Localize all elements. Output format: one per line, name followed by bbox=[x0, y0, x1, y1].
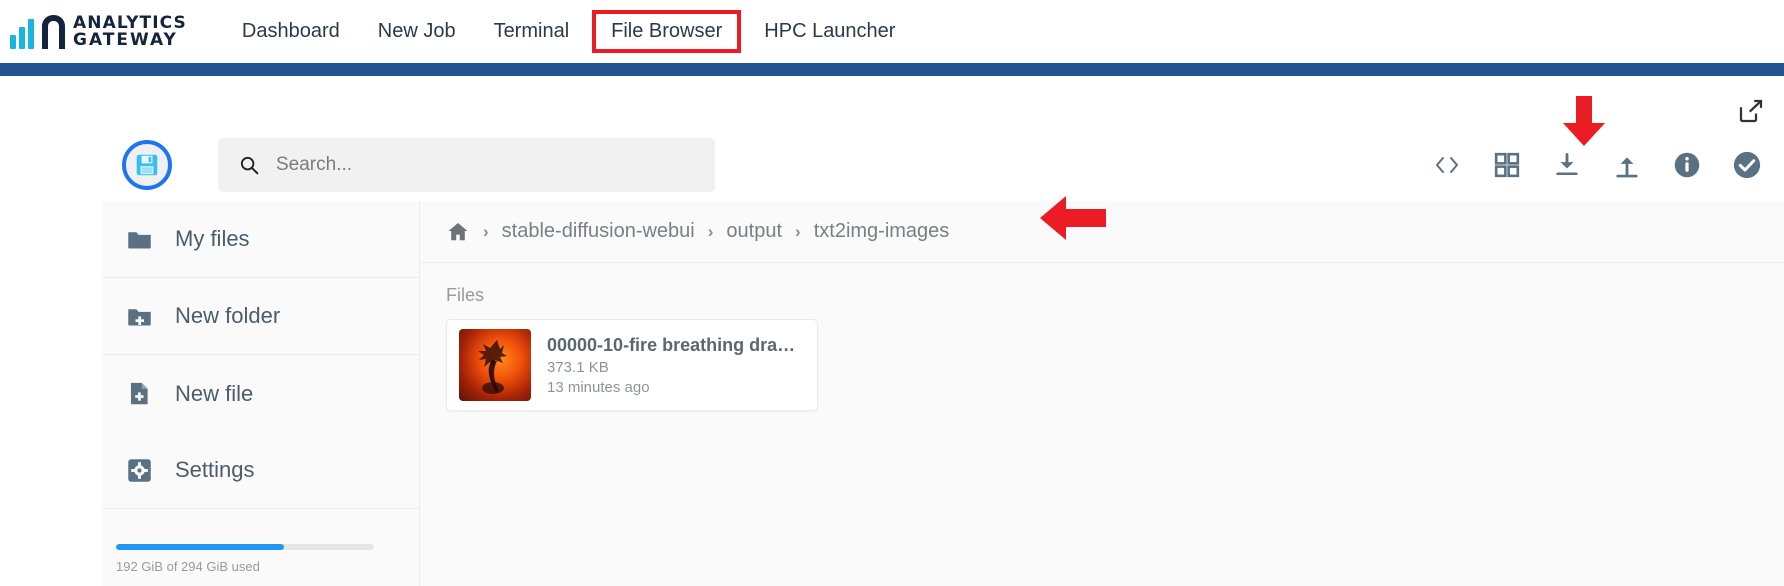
info-icon[interactable] bbox=[1672, 150, 1702, 180]
logo-bars-icon bbox=[10, 15, 34, 49]
nav-accent-strip bbox=[0, 63, 1784, 76]
code-brackets-icon[interactable] bbox=[1432, 150, 1462, 180]
breadcrumb-item-output[interactable]: output bbox=[726, 220, 782, 243]
breadcrumb-separator: › bbox=[795, 221, 801, 241]
sidebar-item-label: My files bbox=[175, 226, 250, 251]
dragon-silhouette bbox=[478, 340, 507, 395]
files-section-label: Files bbox=[446, 285, 485, 305]
search-bar[interactable] bbox=[218, 138, 715, 192]
file-browser-panel: My files New folder New file bbox=[0, 76, 1784, 586]
file-browser-sidebar: My files New folder New file Settings 19… bbox=[102, 201, 420, 586]
nav-item-file-browser[interactable]: File Browser bbox=[592, 10, 742, 53]
file-details: 00000-10-fire breathing dragon… 373.1 KB… bbox=[547, 335, 805, 396]
external-link-icon[interactable] bbox=[1736, 96, 1766, 126]
sidebar-item-new-file[interactable]: New file bbox=[102, 355, 419, 432]
breadcrumb-separator: › bbox=[483, 221, 489, 241]
file-browser-toolbar bbox=[0, 129, 1784, 201]
breadcrumb-item-txt2img-images[interactable]: txt2img-images bbox=[814, 220, 950, 243]
file-thumbnail bbox=[459, 329, 531, 401]
home-icon[interactable] bbox=[446, 220, 470, 244]
search-input[interactable] bbox=[276, 154, 695, 176]
grid-view-icon[interactable] bbox=[1492, 150, 1522, 180]
storage-usage-label: 192 GiB of 294 GiB used bbox=[116, 559, 260, 574]
nav-item-hpc-launcher[interactable]: HPC Launcher bbox=[745, 12, 914, 51]
nav-item-dashboard[interactable]: Dashboard bbox=[223, 12, 359, 51]
annotation-arrow-down bbox=[1563, 96, 1605, 146]
file-name: 00000-10-fire breathing dragon… bbox=[547, 334, 805, 355]
brand-logo[interactable]: ANALYTICS GATEWAY bbox=[10, 12, 187, 50]
floppy-disk-icon[interactable] bbox=[122, 140, 172, 190]
search-icon bbox=[240, 156, 259, 175]
nav-links: Dashboard New Job Terminal File Browser … bbox=[223, 10, 915, 53]
breadcrumb-item-stable-diffusion-webui[interactable]: stable-diffusion-webui bbox=[502, 220, 695, 243]
download-icon[interactable] bbox=[1552, 150, 1582, 180]
breadcrumb-separator: › bbox=[707, 221, 714, 241]
sidebar-item-label: New folder bbox=[175, 303, 281, 328]
file-plus-icon bbox=[130, 382, 148, 405]
nav-item-terminal[interactable]: Terminal bbox=[475, 12, 589, 51]
top-navigation-bar: ANALYTICS GATEWAY Dashboard New Job Term… bbox=[0, 0, 1784, 63]
storage-progress-bar bbox=[116, 544, 374, 550]
check-circle-icon[interactable] bbox=[1732, 150, 1762, 180]
annotation-arrow-left bbox=[1040, 196, 1106, 240]
file-browser-main: › stable-diffusion-webui › output › txt2… bbox=[420, 201, 1784, 586]
gear-icon bbox=[128, 458, 151, 482]
storage-progress-fill bbox=[116, 544, 284, 550]
logo-arch-icon bbox=[42, 14, 65, 49]
brand-line-2: GATEWAY bbox=[73, 29, 178, 50]
file-list-item[interactable]: 00000-10-fire breathing dragon… 373.1 KB… bbox=[446, 319, 818, 411]
sidebar-item-my-files[interactable]: My files bbox=[102, 201, 419, 278]
sidebar-item-label: Settings bbox=[175, 457, 255, 482]
folder-icon bbox=[128, 231, 151, 248]
sidebar-item-new-folder[interactable]: New folder bbox=[102, 278, 419, 355]
file-modified: 13 minutes ago bbox=[547, 378, 650, 396]
nav-item-new-job[interactable]: New Job bbox=[359, 12, 475, 51]
brand-line-1: ANALYTICS bbox=[73, 12, 187, 33]
file-size: 373.1 KB bbox=[547, 358, 609, 376]
folder-plus-icon bbox=[128, 308, 151, 325]
sidebar-item-label: New file bbox=[175, 380, 254, 406]
sidebar-item-settings[interactable]: Settings bbox=[102, 432, 419, 509]
upload-icon[interactable] bbox=[1612, 150, 1642, 180]
brand-name: ANALYTICS GATEWAY bbox=[73, 12, 187, 50]
storage-usage: 192 GiB of 294 GiB used bbox=[116, 544, 396, 574]
app-root: ANALYTICS GATEWAY Dashboard New Job Term… bbox=[0, 0, 1784, 586]
toolbar-actions bbox=[1432, 150, 1762, 180]
